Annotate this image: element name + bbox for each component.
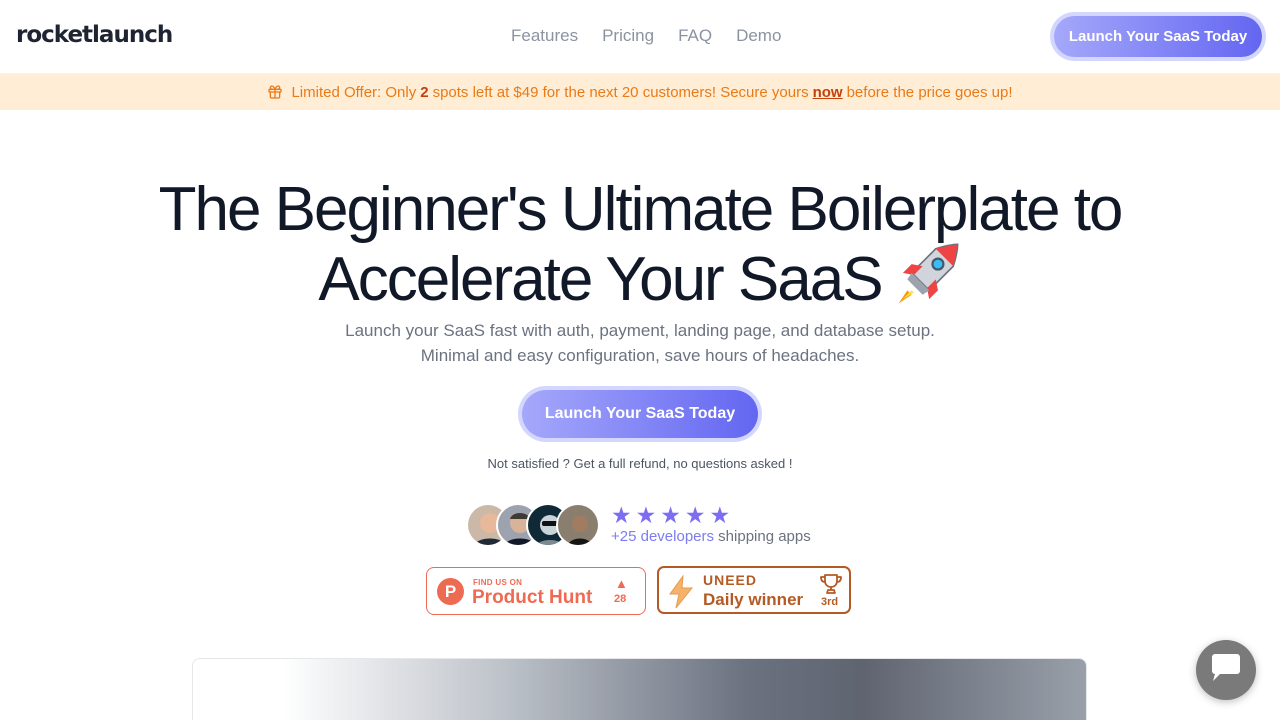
hero-title-line2: Accelerate Your SaaS <box>318 245 883 314</box>
hero-cta-button[interactable]: Launch Your SaaS Today <box>522 390 758 438</box>
avatar <box>556 503 600 547</box>
nav-link-features[interactable]: Features <box>511 26 578 46</box>
chat-widget-button[interactable] <box>1196 640 1256 700</box>
offer-banner: Limited Offer: Only 2 spots left at $49 … <box>0 74 1280 110</box>
banner-text-before: Limited Offer: Only <box>291 83 417 101</box>
hero-subtitle-line1: Launch your SaaS fast with auth, payment… <box>345 321 935 340</box>
hero-subtitle: Launch your SaaS fast with auth, payment… <box>0 318 1280 368</box>
developer-avatars <box>466 503 600 547</box>
refund-note: Not satisfied ? Get a full refund, no qu… <box>487 456 793 471</box>
rocket-icon <box>892 240 962 320</box>
logo[interactable]: rocketlaunch <box>16 22 173 48</box>
product-hunt-badge[interactable]: P FIND US ON Product Hunt ▲ 28 <box>426 567 646 615</box>
product-hunt-name: Product Hunt <box>472 587 593 608</box>
uneed-name: UNEED <box>703 572 758 588</box>
uneed-daily-winner: Daily winner <box>703 590 804 609</box>
developer-count-rest: shipping apps <box>718 528 811 545</box>
hero-subtitle-line2: Minimal and easy configuration, save hou… <box>420 346 860 365</box>
nav-link-demo[interactable]: Demo <box>736 26 781 46</box>
product-hunt-logo-icon: P <box>437 578 464 605</box>
nav-link-pricing[interactable]: Pricing <box>602 26 654 46</box>
product-hunt-upvote-count: 28 <box>614 593 627 605</box>
banner-spots-count: 2 <box>420 83 429 101</box>
developer-count: +25 developers shipping apps <box>611 528 811 545</box>
nav-link-faq[interactable]: FAQ <box>678 26 712 46</box>
header-cta-button[interactable]: Launch Your SaaS Today <box>1054 16 1262 57</box>
header-cta-ring: Launch Your SaaS Today <box>1050 12 1266 61</box>
star-icon: ★ <box>635 502 657 528</box>
star-icon: ★ <box>660 502 681 528</box>
gift-icon <box>267 84 283 100</box>
star-icon: ★ <box>709 502 731 528</box>
banner-text-middle: spots left at $49 for the next 20 custom… <box>432 83 809 101</box>
uneed-rank: 3rd <box>821 596 839 608</box>
developer-count-highlight: +25 developers <box>611 528 714 545</box>
hero-cta-ring: Launch Your SaaS Today <box>518 386 762 442</box>
banner-now-link[interactable]: now <box>813 84 843 101</box>
product-hunt-small-label: FIND US ON <box>473 578 523 587</box>
star-icon: ★ <box>611 502 632 528</box>
chat-bubble-icon <box>1210 653 1242 687</box>
product-preview-image <box>192 658 1087 720</box>
rating-stars: ★ ★ ★ ★ ★ <box>611 502 730 528</box>
site-header: rocketlaunch Features Pricing FAQ Demo L… <box>0 0 1280 74</box>
banner-text-after: before the price goes up! <box>846 83 1013 101</box>
star-icon: ★ <box>684 502 706 528</box>
main-nav: Features Pricing FAQ Demo <box>511 26 781 46</box>
lightning-bolt-icon <box>667 574 695 614</box>
upvote-arrow-icon: ▲ <box>615 576 628 591</box>
hero-title-line1: The Beginner's Ultimate Boilerplate to <box>158 175 1124 244</box>
hero-title: The Beginner's Ultimate Boilerplate to A… <box>0 179 1280 320</box>
uneed-badge[interactable]: UNEED Daily winner 3rd <box>657 566 851 614</box>
